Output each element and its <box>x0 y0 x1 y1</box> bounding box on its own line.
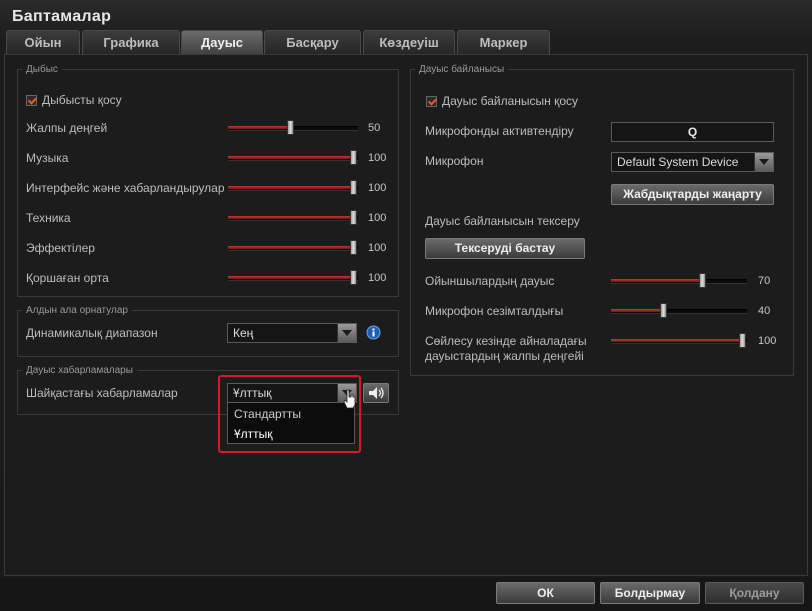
interface-volume-slider[interactable] <box>228 180 358 195</box>
sound-enable-checkbox[interactable] <box>26 95 37 106</box>
players-voice-label: Ойыншылардың дауыс <box>425 274 555 288</box>
master-volume-value: 50 <box>368 122 381 134</box>
refresh-devices-button[interactable]: Жабдықтарды жаңарту <box>611 184 774 205</box>
info-icon[interactable] <box>366 325 381 340</box>
mic-sensitivity-value: 40 <box>758 305 771 317</box>
vehicle-volume-value: 100 <box>368 212 387 224</box>
voice-chat-legend: Дауыс байланысы <box>419 64 505 75</box>
voice-chat-enable-label: Дауыс байланысын қосу <box>442 94 579 108</box>
slider-thumb[interactable] <box>350 240 357 255</box>
tab-controls[interactable]: Басқару <box>264 30 361 54</box>
players-voice-value: 70 <box>758 275 771 287</box>
mic-label: Микрофон <box>425 154 484 168</box>
vehicle-volume-label: Техника <box>26 211 71 225</box>
players-voice-slider[interactable] <box>611 273 747 288</box>
slider-thumb[interactable] <box>699 273 706 288</box>
mic-sensitivity-slider[interactable] <box>611 303 747 318</box>
tab-sound[interactable]: Дауыс <box>181 30 263 55</box>
ok-button[interactable]: ОК <box>496 582 595 604</box>
ambient-voices-slider[interactable] <box>611 333 747 348</box>
window-title: Баптамалар <box>12 8 112 25</box>
master-volume-label: Жалпы деңгей <box>26 121 108 135</box>
slider-thumb[interactable] <box>350 150 357 165</box>
sound-enable-label: Дыбысты қосу <box>42 93 122 107</box>
interface-volume-value: 100 <box>368 182 387 194</box>
tab-graphics[interactable]: Графика <box>82 30 180 54</box>
chevron-down-icon[interactable] <box>337 324 356 342</box>
start-test-button[interactable]: Тексеруді бастау <box>425 238 585 259</box>
ambient-volume-value: 100 <box>368 272 387 284</box>
slider-thumb[interactable] <box>739 333 746 348</box>
vehicle-volume-slider[interactable] <box>228 210 358 225</box>
play-sample-button[interactable] <box>363 383 389 403</box>
presets-legend: Алдын ала орнатулар <box>26 305 128 316</box>
slider-thumb[interactable] <box>660 303 667 318</box>
ambient-voices-label: Сөйлесу кезінде айналадағы дауыстардың ж… <box>425 334 587 363</box>
voice-test-label: Дауыс байланысын тексеру <box>425 214 580 228</box>
battle-messages-label: Шайқастағы хабарламалар <box>26 386 178 400</box>
tab-sight[interactable]: Көздеуіш <box>363 30 455 54</box>
ambient-volume-label: Қоршаған орта <box>26 271 109 285</box>
slider-thumb[interactable] <box>350 270 357 285</box>
voice-messages-legend: Дауыс хабарламалары <box>26 365 133 376</box>
tab-game[interactable]: Ойын <box>6 30 80 54</box>
voice-chat-enable-checkbox[interactable] <box>426 96 437 107</box>
slider-thumb[interactable] <box>287 120 294 135</box>
mic-device-value: Default System Device <box>617 155 739 169</box>
dynamic-range-label: Динамикалық диапазон <box>26 326 158 340</box>
settings-window: Баптамалар Ойын Графика Дауыс Басқару Кө… <box>0 0 812 611</box>
effects-volume-value: 100 <box>368 242 387 254</box>
music-volume-value: 100 <box>368 152 387 164</box>
effects-volume-label: Эффектілер <box>26 241 95 255</box>
chevron-down-icon[interactable] <box>754 153 773 171</box>
speaker-icon <box>369 387 384 399</box>
ambient-voices-value: 100 <box>758 335 777 347</box>
tab-marker[interactable]: Маркер <box>457 30 550 54</box>
sound-legend: Дыбыс <box>26 64 58 75</box>
mic-sensitivity-label: Микрофон сезімталдығы <box>425 304 564 318</box>
apply-button[interactable]: Қолдану <box>705 582 804 604</box>
interface-volume-label: Интерфейс және хабарландырулар <box>26 181 225 195</box>
music-volume-slider[interactable] <box>228 150 358 165</box>
dynamic-range-select[interactable]: Кең <box>227 323 357 343</box>
cancel-button[interactable]: Болдырмау <box>600 582 700 604</box>
slider-thumb[interactable] <box>350 210 357 225</box>
ambient-volume-slider[interactable] <box>228 270 358 285</box>
mic-activate-label: Микрофонды активтендіру <box>425 124 574 138</box>
dropdown-highlight <box>218 375 361 453</box>
master-volume-slider[interactable] <box>228 120 358 135</box>
slider-thumb[interactable] <box>350 180 357 195</box>
effects-volume-slider[interactable] <box>228 240 358 255</box>
music-volume-label: Музыка <box>26 151 69 165</box>
dynamic-range-value: Кең <box>233 326 254 340</box>
mic-device-select[interactable]: Default System Device <box>611 152 774 172</box>
mic-activate-key-field[interactable]: Q <box>611 122 774 142</box>
